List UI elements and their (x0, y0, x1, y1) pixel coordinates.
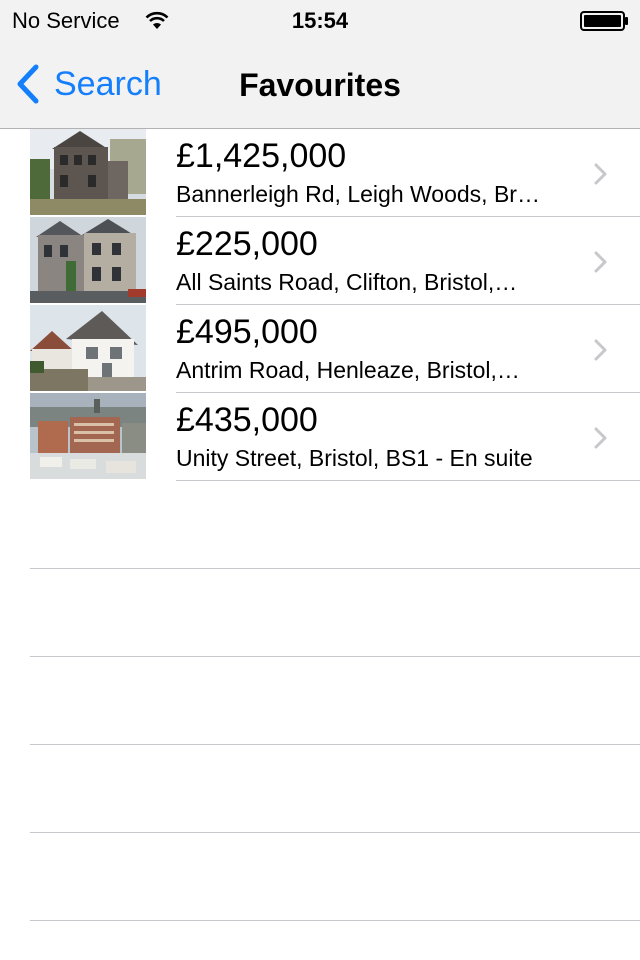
favourites-list: £1,425,000 Bannerleigh Rd, Leigh Woods, … (0, 129, 640, 921)
chevron-right-icon (594, 427, 607, 449)
empty-row-separator (30, 833, 640, 921)
listing-address: All Saints Road, Clifton, Bristol,… (176, 269, 518, 295)
city-view-photo (30, 393, 146, 479)
listing-row[interactable]: £495,000 Antrim Road, Henleaze, Bristol,… (0, 305, 640, 393)
empty-row-separator (30, 657, 640, 745)
listing-price: £435,000 (176, 401, 318, 439)
navigation-bar: Search Favourites (0, 40, 640, 129)
listing-price: £1,425,000 (176, 137, 347, 175)
white-house-photo (30, 305, 146, 391)
listing-row[interactable]: £435,000 Unity Street, Bristol, BS1 - En… (0, 393, 640, 481)
listing-address: Bannerleigh Rd, Leigh Woods, Br… (176, 181, 540, 207)
status-time: 15:54 (291, 8, 349, 33)
listing-price: £495,000 (176, 313, 318, 351)
terraced-house-photo (30, 217, 146, 303)
empty-row-separator (30, 745, 640, 833)
back-button-label: Search (54, 64, 162, 103)
listing-row[interactable]: £1,425,000 Bannerleigh Rd, Leigh Woods, … (0, 129, 640, 217)
empty-row-separator (30, 481, 640, 569)
back-chevron-icon (17, 64, 39, 104)
back-button[interactable]: Search (14, 62, 162, 106)
chevron-right-icon (594, 339, 607, 361)
listing-price: £225,000 (176, 225, 318, 263)
status-bar: No Service 15:54 (0, 0, 640, 40)
listing-row[interactable]: £225,000 All Saints Road, Clifton, Brist… (0, 217, 640, 305)
chevron-right-icon (594, 251, 607, 273)
battery-icon (580, 11, 628, 31)
chevron-right-icon (594, 163, 607, 185)
listing-address: Antrim Road, Henleaze, Bristol,… (176, 357, 520, 383)
empty-row-separator (30, 569, 640, 657)
stone-house-photo (30, 129, 146, 215)
listing-address: Unity Street, Bristol, BS1 - En suite (176, 445, 533, 471)
